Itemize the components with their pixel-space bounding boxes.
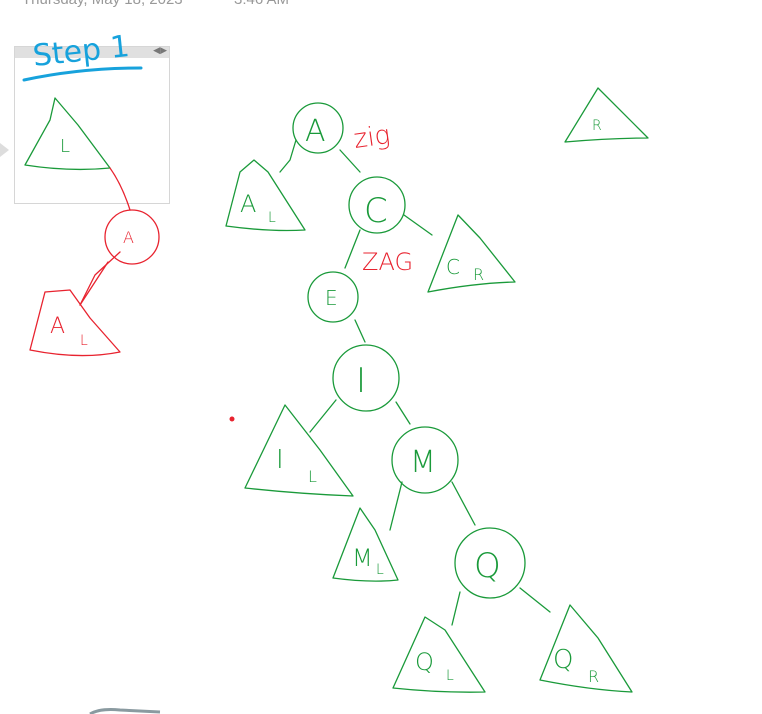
svg-text:Q: Q bbox=[553, 645, 573, 675]
svg-text:M: M bbox=[352, 544, 373, 572]
svg-text:M: M bbox=[410, 445, 436, 480]
triangle-ML: M L bbox=[332, 507, 399, 582]
svg-text:R: R bbox=[473, 265, 484, 284]
svg-text:L: L bbox=[308, 467, 317, 486]
svg-text:C: C bbox=[446, 255, 460, 279]
triangle-QL: Q L bbox=[392, 616, 486, 693]
triangle-R: R bbox=[564, 87, 649, 143]
node-M: M bbox=[389, 426, 476, 531]
svg-text:L: L bbox=[376, 562, 384, 578]
svg-text:A: A bbox=[123, 228, 134, 247]
svg-text:Q: Q bbox=[415, 648, 434, 676]
svg-text:A: A bbox=[305, 114, 326, 149]
triangle-L: L bbox=[24, 97, 111, 171]
node-C: C ZAG bbox=[344, 176, 433, 276]
ink-canvas[interactable]: Step 1 L A A L R A zig A L C ZAG C R E I… bbox=[0, 0, 762, 714]
svg-text:A: A bbox=[50, 314, 65, 339]
svg-text:C: C bbox=[364, 191, 388, 231]
svg-text:zig: zig bbox=[352, 120, 392, 155]
triangle-IL: I L bbox=[244, 404, 354, 497]
svg-text:R: R bbox=[592, 118, 602, 134]
triangle-AL: A L bbox=[225, 159, 306, 232]
node-Q: Q bbox=[451, 527, 551, 626]
svg-text:L: L bbox=[268, 210, 276, 226]
node-A: A zig bbox=[279, 102, 392, 173]
node-I: I bbox=[309, 344, 411, 433]
svg-text:I: I bbox=[276, 445, 284, 475]
svg-text:E: E bbox=[325, 286, 338, 310]
svg-text:L: L bbox=[80, 333, 88, 349]
svg-text:ZAG: ZAG bbox=[362, 248, 413, 276]
svg-text:R: R bbox=[588, 667, 599, 686]
svg-text:L: L bbox=[446, 668, 454, 684]
svg-text:L: L bbox=[60, 136, 70, 157]
triangle-CR: C R bbox=[427, 214, 516, 293]
svg-text:I: I bbox=[356, 361, 366, 401]
node-E: E bbox=[307, 271, 366, 343]
step-title: Step 1 bbox=[22, 29, 143, 82]
triangle-QR: Q R bbox=[539, 604, 633, 693]
red-subtree: A A L bbox=[29, 167, 235, 422]
scroll-stroke bbox=[89, 708, 161, 714]
svg-text:A: A bbox=[240, 190, 256, 218]
svg-text:Q: Q bbox=[474, 546, 501, 586]
red-dot bbox=[229, 416, 235, 422]
